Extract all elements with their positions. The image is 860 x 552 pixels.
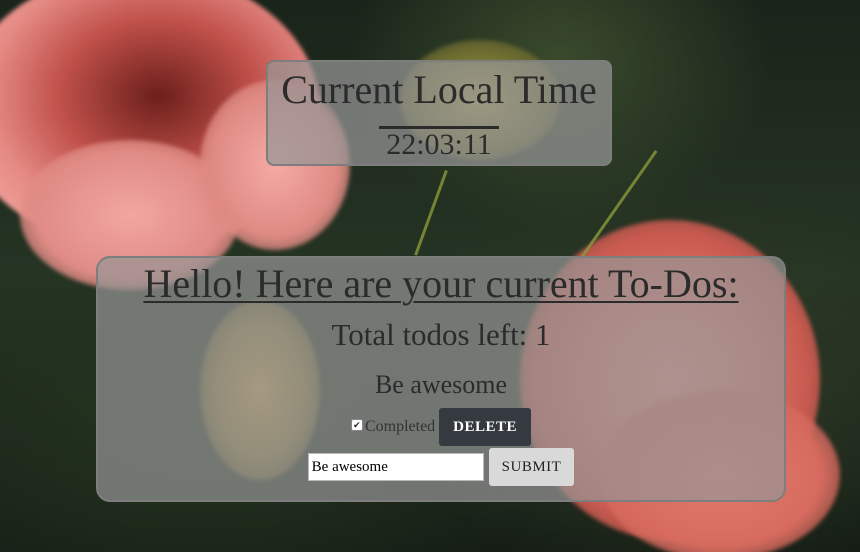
- todo-list: Be awesome ✔ Completed DELETE: [98, 370, 784, 446]
- checkmark-icon: ✔: [353, 420, 361, 430]
- completed-checkbox[interactable]: ✔: [350, 419, 363, 431]
- todo-item: Be awesome ✔ Completed DELETE: [98, 370, 784, 446]
- todo-panel: Hello! Here are your current To-Dos: Tot…: [96, 256, 786, 502]
- todo-count: Total todos left: 1: [331, 317, 551, 352]
- clock-panel: Current Local Time 22:03:11: [266, 60, 612, 166]
- clock-title: Current Local Time: [281, 67, 597, 112]
- submit-button[interactable]: SUBMIT: [488, 448, 575, 486]
- completed-toggle[interactable]: ✔ Completed: [350, 418, 436, 436]
- delete-button[interactable]: DELETE: [439, 408, 532, 446]
- add-todo-form: Be awesome SUBMIT: [98, 448, 784, 486]
- completed-label: Completed: [364, 418, 436, 435]
- todo-item-controls: ✔ Completed DELETE: [98, 408, 784, 446]
- todo-input[interactable]: Be awesome: [307, 453, 484, 481]
- todo-item-text: Be awesome: [374, 370, 508, 399]
- background-stamen: [414, 170, 448, 256]
- todo-heading: Hello! Here are your current To-Dos:: [143, 261, 739, 306]
- clock-time: 22:03:11: [386, 128, 492, 161]
